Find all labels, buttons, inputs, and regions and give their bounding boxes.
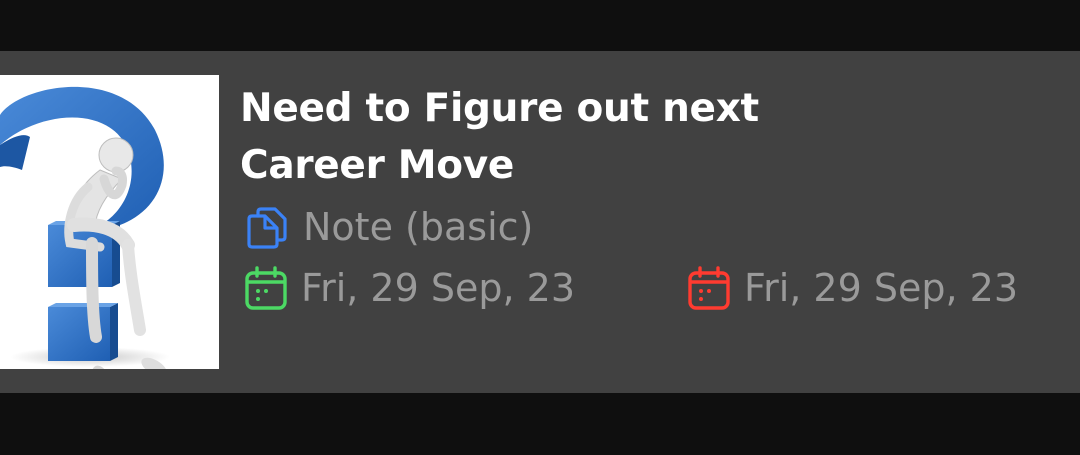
note-title-line-2: Career Move xyxy=(240,143,515,188)
created-date-row: Fri, 29 Sep, 23 xyxy=(243,265,575,311)
due-date: Fri, 29 Sep, 23 xyxy=(744,266,1018,310)
note-pages-icon xyxy=(247,207,287,249)
note-title: Need to Figure out next Career Move xyxy=(240,80,1020,194)
calendar-icon xyxy=(688,266,730,310)
question-mark-figure-image xyxy=(0,86,170,369)
screen: Need to Figure out next Career Move Note… xyxy=(0,0,1080,455)
due-date-row: Fri, 29 Sep, 23 xyxy=(686,265,1018,311)
calendar-icon xyxy=(245,266,287,310)
created-date: Fri, 29 Sep, 23 xyxy=(301,266,575,310)
note-type-row: Note (basic) xyxy=(243,204,533,250)
note-card[interactable]: Need to Figure out next Career Move Note… xyxy=(0,51,1080,393)
note-type-label: Note (basic) xyxy=(303,205,534,249)
note-thumbnail xyxy=(0,75,219,369)
note-title-line-1: Need to Figure out next xyxy=(240,86,759,131)
